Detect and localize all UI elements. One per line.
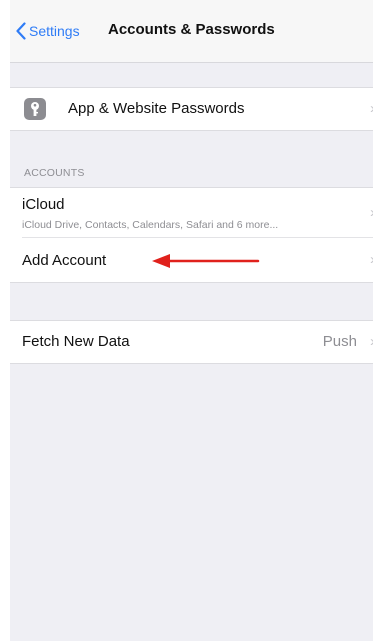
settings-screen: Settings Accounts & Passwords App & Webs… — [10, 0, 373, 641]
add-account-label: Add Account — [22, 252, 107, 269]
fetch-new-data-row[interactable]: Fetch New Data Push › — [10, 321, 373, 363]
passwords-group: App & Website Passwords › — [10, 87, 373, 131]
app-website-passwords-label: App & Website Passwords — [68, 100, 245, 117]
fetch-mode-value: Push — [322, 333, 357, 350]
key-icon — [24, 98, 46, 120]
app-website-passwords-row[interactable]: App & Website Passwords › — [10, 88, 373, 130]
fetch-group: Fetch New Data Push › — [10, 320, 373, 364]
chevron-left-icon — [16, 22, 26, 40]
icloud-label: iCloud — [22, 196, 65, 213]
accounts-section-header: ACCOUNTS — [24, 167, 85, 179]
navigation-bar: Settings Accounts & Passwords — [10, 0, 373, 63]
back-button-label: Settings — [29, 23, 80, 39]
annotation-arrow-icon — [152, 254, 260, 268]
icloud-account-row[interactable]: iCloud iCloud Drive, Contacts, Calendars… — [10, 188, 373, 238]
back-button[interactable]: Settings — [16, 20, 80, 42]
icloud-subtitle: iCloud Drive, Contacts, Calendars, Safar… — [22, 219, 279, 231]
page-title: Accounts & Passwords — [108, 21, 275, 38]
fetch-new-data-label: Fetch New Data — [22, 333, 130, 350]
